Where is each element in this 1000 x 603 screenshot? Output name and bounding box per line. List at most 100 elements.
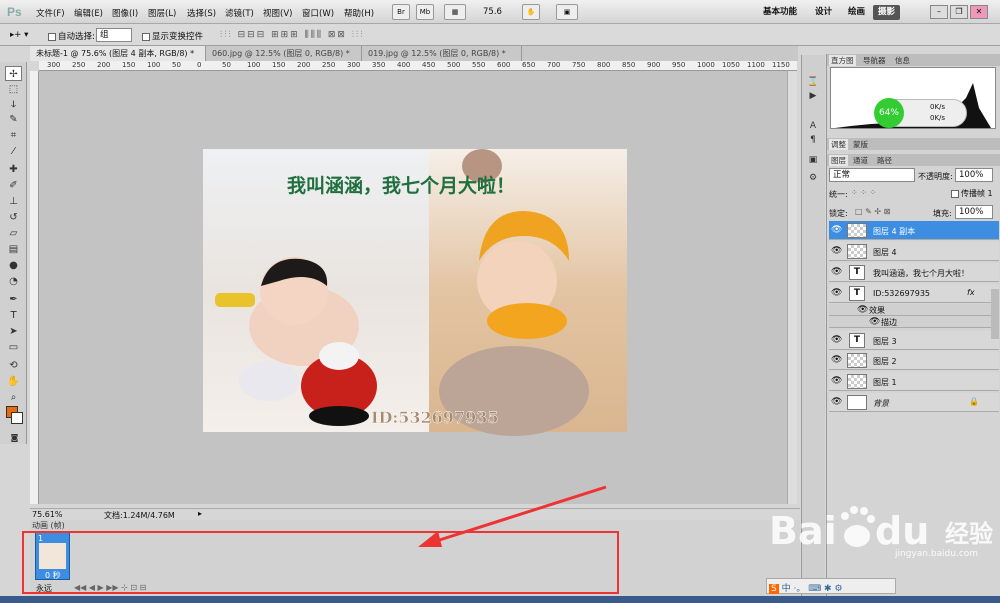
tab-info[interactable]: 信息 <box>895 55 910 66</box>
menu-help[interactable]: 帮助(H) <box>344 7 374 19</box>
visibility-eye-icon[interactable]: 👁 <box>831 376 842 386</box>
quick-mask-icon[interactable]: ◙ <box>6 430 23 445</box>
history-panel-icon[interactable]: ⌛ <box>806 77 820 89</box>
layer-row[interactable]: 👁 T 我叫涵涵，我七个月大啦！ <box>829 263 999 282</box>
visibility-eye-icon[interactable]: 👁 <box>831 335 842 345</box>
healing-tool-icon[interactable]: ✚ <box>5 162 22 177</box>
tab-paths[interactable]: 路径 <box>877 155 892 166</box>
animation-frame-1[interactable]: 1 0 秒 <box>35 532 70 580</box>
zoom-level[interactable]: 75.6 <box>483 7 502 17</box>
workspace-painting[interactable]: 绘画 <box>843 5 870 20</box>
clone-source-panel-icon[interactable]: ⚙ <box>806 173 820 185</box>
paragraph-panel-icon[interactable]: ¶ <box>806 135 820 147</box>
tab-navigator[interactable]: 导航器 <box>863 55 886 66</box>
character-panel-icon[interactable]: A <box>806 121 820 133</box>
menu-select[interactable]: 选择(S) <box>187 7 216 19</box>
playback-controls[interactable]: ◀◀ ◀ ▶ ▶▶ ⊹ ⊡ ⊟ <box>74 583 146 592</box>
loop-options[interactable]: 永远 <box>36 583 52 594</box>
blur-tool-icon[interactable]: ● <box>5 258 22 273</box>
pen-tool-icon[interactable]: ✒ <box>5 292 22 307</box>
background-color-swatch[interactable] <box>11 412 23 424</box>
ime-toolbar[interactable]: S 中 ·。 ⌨ ✱ ⚙ <box>766 578 896 594</box>
zoom-tool-icon[interactable]: ⌕ <box>5 390 22 405</box>
layer-row[interactable]: 👁 效果 <box>829 304 999 316</box>
layer-row[interactable]: 👁 图层 2 <box>829 351 999 370</box>
shape-tool-icon[interactable]: ▭ <box>5 340 22 355</box>
propagate-frame-checkbox[interactable]: 传播帧 1 <box>951 188 993 199</box>
actions-panel-icon[interactable]: ▶ <box>806 91 820 103</box>
menu-edit[interactable]: 编辑(E) <box>74 7 103 19</box>
canvas-vertical-scrollbar[interactable] <box>787 71 797 504</box>
arrange-documents-icon[interactable]: ▣ <box>556 4 578 20</box>
layer-row[interactable]: 👁 图层 4 <box>829 242 999 261</box>
3d-rotate-tool-icon[interactable]: ⟲ <box>5 358 22 373</box>
layer-row[interactable]: 👁 图层 1 <box>829 372 999 391</box>
workspace-photography[interactable]: 摄影 <box>873 5 901 20</box>
quick-select-tool-icon[interactable]: ✎ <box>5 112 22 127</box>
move-tool-icon[interactable]: ✢ <box>5 66 22 81</box>
workspace-essentials[interactable]: 基本功能 <box>758 5 802 20</box>
visibility-eye-icon[interactable]: 👁 <box>869 317 880 327</box>
crop-tool-icon[interactable]: ⌗ <box>5 128 22 143</box>
frame-delay[interactable]: 0 秒 <box>45 570 61 581</box>
dodge-tool-icon[interactable]: ◔ <box>5 274 22 289</box>
layer-row[interactable]: 👁 T ID:532697935 fx <box>829 284 999 303</box>
tab-channels[interactable]: 通道 <box>853 155 868 166</box>
minimize-icon[interactable]: – <box>930 5 948 19</box>
visibility-eye-icon[interactable]: 👁 <box>831 288 842 298</box>
visibility-eye-icon[interactable]: 👁 <box>831 267 842 277</box>
opacity-input[interactable]: 100% <box>955 168 993 182</box>
align-buttons[interactable]: ⫶⫶⫶ ⊟⊟⊟ ⊞⊞⊞ ⫼⫼⫼ ⊠⊠ ⫶⫶⫶ <box>220 30 365 40</box>
eyedropper-tool-icon[interactable]: ⁄ <box>5 144 22 159</box>
mini-bridge-button[interactable]: Mb <box>416 4 434 20</box>
layer-row[interactable]: 👁 描边 <box>829 316 999 328</box>
animation-tab[interactable]: 动画 (帧) <box>32 520 65 530</box>
brush-panel-icon[interactable]: ▣ <box>806 155 820 167</box>
visibility-eye-icon[interactable]: 👁 <box>831 397 842 407</box>
marquee-tool-icon[interactable]: ⬚ <box>5 82 22 97</box>
bridge-button[interactable]: Br <box>392 4 410 20</box>
layers-scrollbar[interactable] <box>991 289 999 339</box>
blend-mode-select[interactable]: 正常 <box>829 168 915 182</box>
visibility-eye-icon[interactable]: 👁 <box>831 225 842 235</box>
menu-window[interactable]: 窗口(W) <box>302 7 334 19</box>
hand-tool-icon[interactable]: ✋ <box>522 4 540 20</box>
menu-image[interactable]: 图像(I) <box>112 7 138 19</box>
restore-icon[interactable]: ❐ <box>950 5 968 19</box>
hand-tool-icon[interactable]: ✋ <box>5 374 22 389</box>
workspace-design[interactable]: 设计 <box>810 5 837 20</box>
menu-layer[interactable]: 图层(L) <box>148 7 176 19</box>
show-transform-checkbox[interactable]: 显示变换控件 <box>142 30 203 42</box>
tab-adjustments[interactable]: 调整 <box>829 139 848 150</box>
history-brush-tool-icon[interactable]: ↺ <box>5 210 22 225</box>
close-icon[interactable]: ✕ <box>970 5 988 19</box>
brush-tool-icon[interactable]: ✐ <box>5 178 22 193</box>
tab-masks[interactable]: 蒙版 <box>853 139 868 150</box>
view-extras-icon[interactable]: ▦ <box>444 4 466 20</box>
menu-view[interactable]: 视图(V) <box>263 7 292 19</box>
lock-icons[interactable]: □ ✎ ✢ ⊠ <box>855 207 890 216</box>
unify-icons[interactable]: ⁘ ⁘ ⁘ <box>851 188 876 197</box>
layer-row[interactable]: 👁 图层 4 副本 <box>829 221 999 240</box>
visibility-eye-icon[interactable]: 👁 <box>857 305 868 315</box>
path-select-tool-icon[interactable]: ➤ <box>5 324 22 339</box>
lasso-tool-icon[interactable]: ↆ <box>5 97 22 112</box>
fill-input[interactable]: 100% <box>955 205 993 219</box>
tab-untitled-1[interactable]: 未标题-1 @ 75.6% (图层 4 副本, RGB/8) * <box>30 46 206 61</box>
status-arrow-icon[interactable]: ▸ <box>198 509 202 518</box>
menu-file[interactable]: 文件(F) <box>36 7 65 19</box>
menu-filter[interactable]: 滤镜(T) <box>225 7 254 19</box>
stamp-tool-icon[interactable]: ⊥ <box>5 194 22 209</box>
tab-histogram[interactable]: 直方图 <box>829 55 856 66</box>
layer-row[interactable]: 👁 背景 🔒 <box>829 393 999 412</box>
canvas-area[interactable]: 我叫涵涵，我七个月大啦！ ID:532697935 <box>39 71 797 504</box>
tab-019-jpg[interactable]: 019.jpg @ 12.5% (图层 0, RGB/8) * <box>362 46 522 61</box>
tab-060-jpg[interactable]: 060.jpg @ 12.5% (图层 0, RGB/8) * <box>206 46 362 61</box>
gradient-tool-icon[interactable]: ▤ <box>5 242 22 257</box>
auto-select-checkbox[interactable]: 自动选择: <box>48 30 95 42</box>
type-tool-icon[interactable]: T <box>5 308 22 323</box>
visibility-eye-icon[interactable]: 👁 <box>831 355 842 365</box>
status-zoom[interactable]: 75.61% <box>32 510 63 519</box>
tab-layers[interactable]: 图层 <box>829 155 848 166</box>
layer-fx-icon[interactable]: fx <box>967 288 975 297</box>
